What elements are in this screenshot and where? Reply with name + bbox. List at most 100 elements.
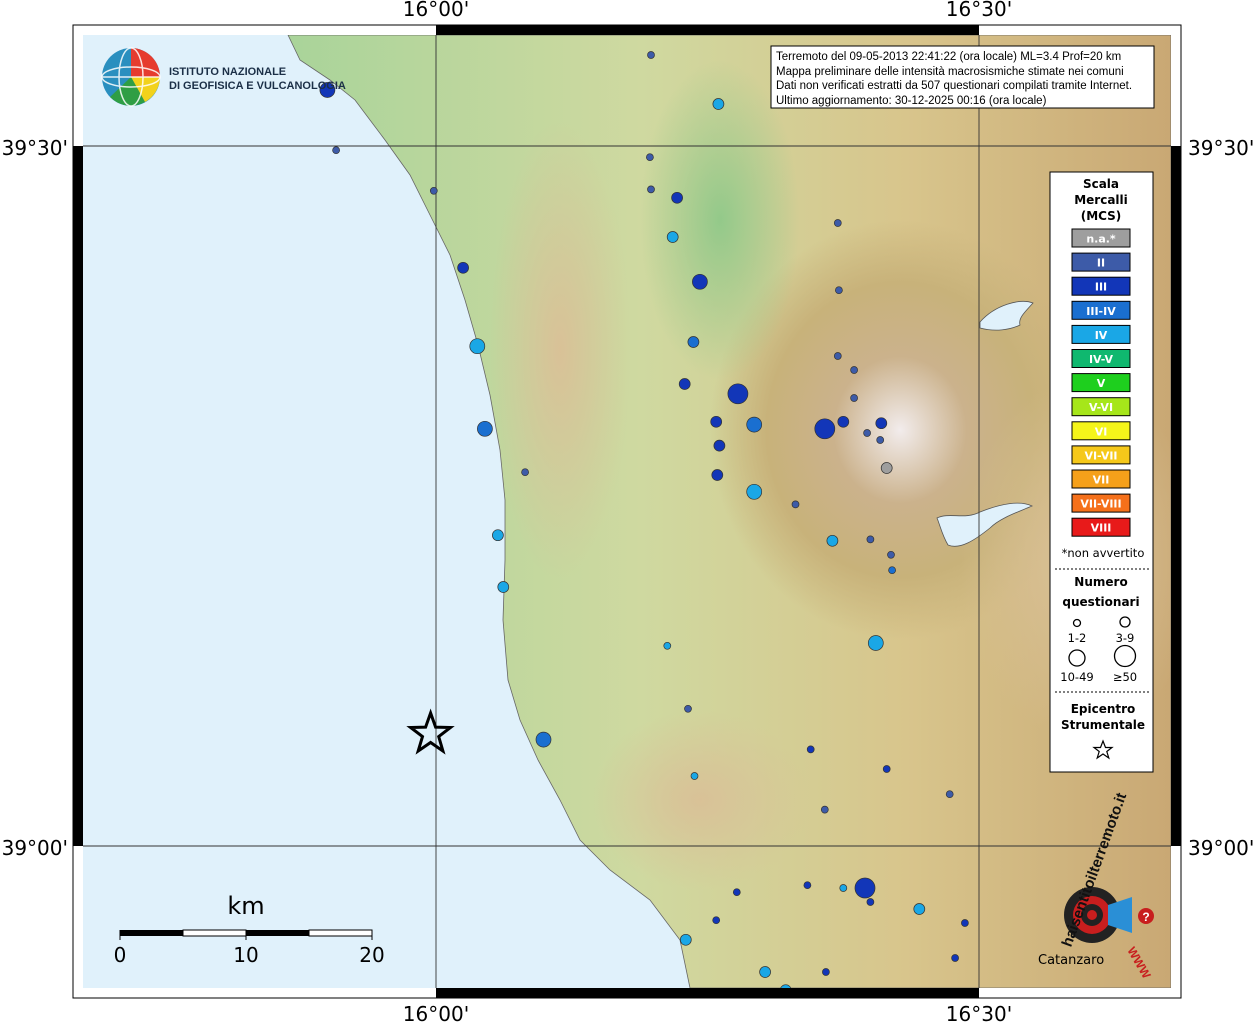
scale-tick-0: 0 — [114, 943, 127, 967]
legend-label-9: VI-VII — [1084, 449, 1117, 462]
header-line-3: Dati non verificati estratti da 507 ques… — [776, 80, 1132, 92]
count-label-1-2: 1-2 — [1068, 631, 1087, 645]
lat-label-left-top: 39°30' — [2, 136, 68, 160]
intensity-point-56[interactable] — [951, 954, 959, 962]
legend-label-2: III — [1095, 281, 1107, 294]
legend-label-6: V — [1097, 377, 1106, 390]
intensity-point-62[interactable] — [961, 919, 969, 927]
intensity-point-12[interactable] — [692, 273, 708, 290]
intensity-point-30[interactable] — [880, 462, 893, 474]
intensity-point-34[interactable] — [791, 500, 800, 509]
intensity-point-42[interactable] — [867, 635, 884, 651]
intensity-point-52[interactable] — [732, 888, 741, 897]
logo-question-mark: ? — [1142, 910, 1149, 924]
lon-label-bottom-left: 16°00' — [403, 1002, 469, 1024]
intensity-point-10[interactable] — [833, 219, 842, 227]
intensity-point-1[interactable] — [647, 51, 655, 59]
scale-unit: km — [227, 892, 264, 920]
intensity-point-46[interactable] — [882, 765, 891, 773]
count-title-1: Numero — [1074, 575, 1127, 589]
intensity-point-43[interactable] — [684, 704, 692, 713]
intensity-point-35[interactable] — [492, 529, 504, 542]
legend-label-8: VI — [1095, 425, 1108, 438]
intensity-point-23[interactable] — [746, 416, 763, 433]
intensity-point-20[interactable] — [850, 394, 858, 402]
intensity-point-32[interactable] — [711, 469, 724, 481]
intensity-point-4[interactable] — [712, 98, 725, 110]
intensity-point-48[interactable] — [945, 790, 954, 799]
intensity-point-18[interactable] — [678, 378, 691, 390]
epicenter-title-2: Strumentale — [1061, 718, 1145, 732]
coastal-range-relief — [490, 120, 630, 580]
lon-label-top-right: 16°30' — [946, 0, 1012, 21]
place-label-catanzaro: Catanzaro — [1038, 953, 1104, 968]
intensity-point-24[interactable] — [814, 418, 836, 440]
intensity-point-33[interactable] — [746, 483, 763, 500]
intensity-point-15[interactable] — [687, 336, 700, 348]
intensity-point-44[interactable] — [535, 731, 552, 748]
header-line-4: Ultimo aggiornamento: 30-12-2025 00:16 (… — [776, 95, 1047, 107]
count-label-10-49: 10-49 — [1060, 670, 1093, 684]
legend-title-1: Scala — [1083, 177, 1119, 191]
intensity-point-54[interactable] — [913, 903, 926, 915]
intensity-point-45[interactable] — [806, 745, 815, 754]
legend-label-7: V-VI — [1089, 401, 1113, 414]
count-label-3-9: 3-9 — [1116, 631, 1135, 645]
intensity-point-19[interactable] — [727, 383, 749, 405]
intensity-point-60[interactable] — [866, 898, 875, 906]
intensity-point-61[interactable] — [854, 877, 876, 899]
intensity-point-28[interactable] — [876, 436, 885, 444]
intensity-point-55[interactable] — [679, 933, 692, 946]
legend-panel: Scala Mercalli (MCS) n.a.*IIIIIIII-IVIVI… — [1049, 171, 1154, 773]
intensity-point-36[interactable] — [826, 534, 839, 547]
intensity-point-21[interactable] — [477, 420, 493, 437]
intensity-point-57[interactable] — [822, 968, 830, 976]
intensity-point-38[interactable] — [887, 550, 895, 559]
intensity-point-9[interactable] — [666, 231, 679, 243]
intensity-point-37[interactable] — [866, 535, 875, 544]
intensity-point-49[interactable] — [820, 805, 829, 814]
intensity-point-53[interactable] — [712, 916, 721, 925]
intensity-point-7[interactable] — [671, 191, 683, 204]
intensity-point-14[interactable] — [469, 338, 486, 355]
intensity-point-17[interactable] — [850, 366, 858, 374]
intensity-point-58[interactable] — [759, 966, 771, 978]
intensity-point-26[interactable] — [863, 429, 871, 437]
intensity-point-16[interactable] — [833, 352, 842, 360]
legend-label-3: III-IV — [1086, 305, 1116, 318]
institute-name-line2: DI GEOFISICA E VULCANOLOGIA — [169, 80, 346, 92]
lon-label-bottom-right: 16°30' — [946, 1002, 1012, 1024]
intensity-point-5[interactable] — [646, 153, 654, 162]
institute-name-line1: ISTITUTO NAZIONALE — [169, 66, 286, 78]
scale-tick-10: 10 — [233, 943, 258, 967]
intensity-point-31[interactable] — [521, 468, 529, 477]
intensity-point-51[interactable] — [839, 884, 848, 892]
intensity-point-6[interactable] — [647, 185, 655, 194]
legend-label-4: IV — [1095, 329, 1108, 342]
intensity-point-25[interactable] — [837, 415, 850, 428]
intensity-point-3[interactable] — [332, 146, 340, 155]
count-label-50: ≥50 — [1113, 670, 1137, 684]
epicenter-title-1: Epicentro — [1071, 702, 1136, 716]
intensity-point-13[interactable] — [835, 286, 843, 295]
intensity-point-11[interactable] — [457, 261, 469, 274]
intensity-point-40[interactable] — [497, 581, 510, 593]
intensity-point-47[interactable] — [690, 772, 699, 780]
legend-label-0: n.a.* — [1086, 233, 1116, 246]
lat-label-right-top: 39°30' — [1188, 136, 1254, 160]
legend-note: *non avvertito — [1062, 546, 1145, 560]
intensity-point-39[interactable] — [888, 566, 896, 575]
info-header-box: Terremoto del 09-05-2013 22:41:22 (ora l… — [770, 45, 1155, 109]
intensity-point-8[interactable] — [429, 186, 438, 195]
intensity-point-41[interactable] — [663, 641, 672, 650]
intensity-point-50[interactable] — [803, 881, 812, 890]
scale-tick-20: 20 — [359, 943, 384, 967]
legend-title-2: Mercalli — [1074, 193, 1128, 207]
legend-label-10: VII — [1093, 474, 1110, 487]
legend-label-11: VII-VIII — [1080, 498, 1121, 511]
intensity-point-27[interactable] — [875, 417, 888, 430]
header-line-2: Mappa preliminare delle intensità macros… — [776, 66, 1124, 78]
south-relief — [590, 710, 810, 890]
intensity-point-29[interactable] — [713, 439, 726, 452]
intensity-point-22[interactable] — [710, 415, 723, 428]
